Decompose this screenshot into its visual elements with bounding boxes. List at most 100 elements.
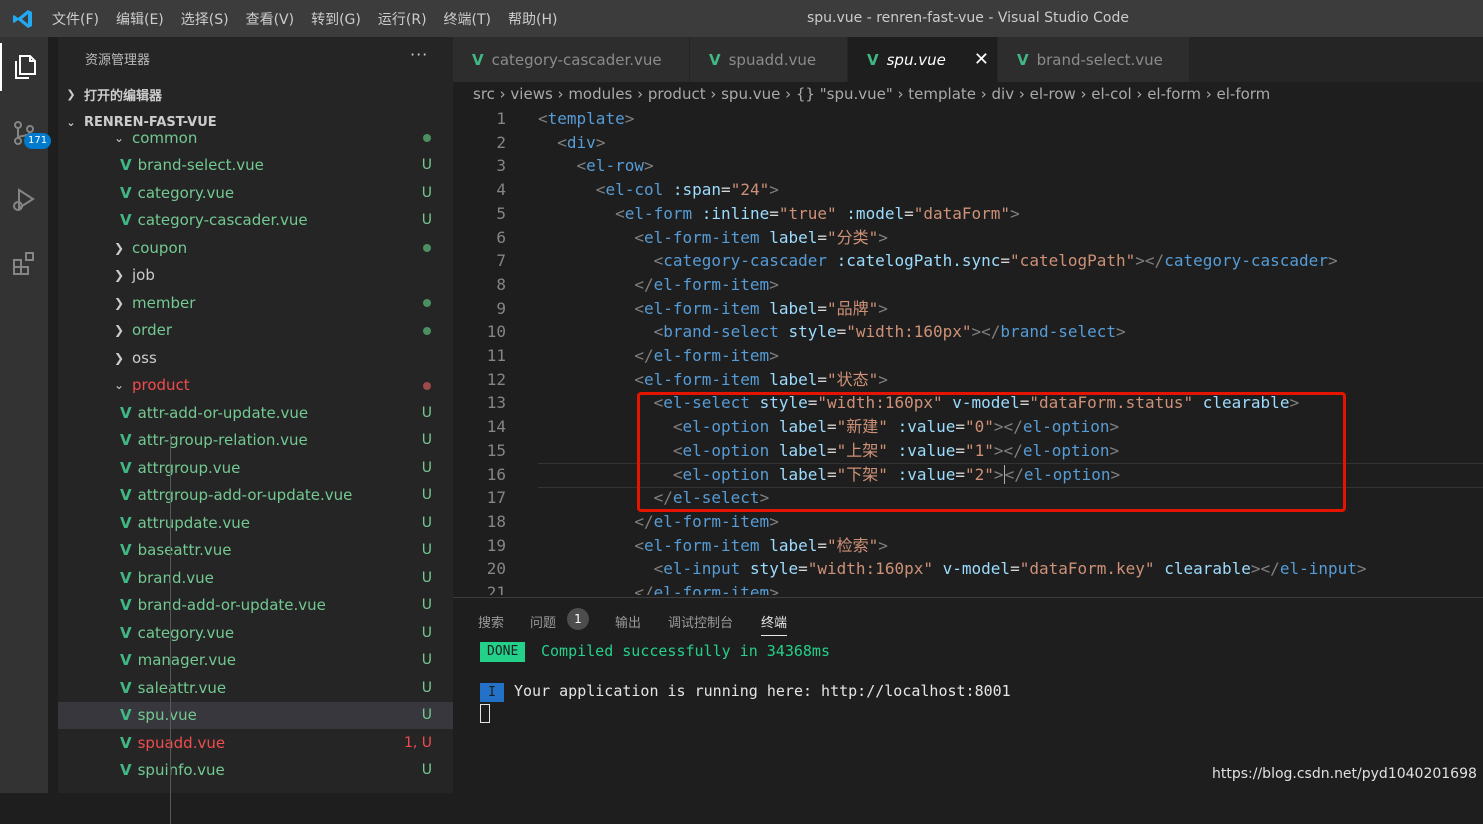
terminal-cursor[interactable]	[480, 704, 490, 723]
code-token: =	[836, 322, 847, 342]
menu-terminal[interactable]: 终端(T)	[444, 9, 491, 29]
line-number: 5	[496, 203, 506, 223]
running-message: Your application is running here: http:/…	[514, 682, 1011, 700]
tree-item[interactable]: Vattrupdate.vue U	[58, 509, 453, 536]
tab-category-cascader[interactable]: Vcategory-cascader.vue	[453, 37, 690, 82]
code-text: <el-form-item label="分类">	[538, 226, 888, 250]
panel-tab-debug-console[interactable]: 调试控制台	[668, 612, 733, 631]
tab-spuadd[interactable]: Vspuadd.vue	[690, 37, 848, 82]
tree-item[interactable]: ⌄ common	[58, 124, 453, 151]
tree-item[interactable]: ❯ job	[58, 262, 453, 289]
menu-go[interactable]: 转到(G)	[311, 9, 361, 29]
window-title: spu.vue - renren-fast-vue - Visual Studi…	[807, 10, 1129, 26]
explorer-icon[interactable]	[0, 43, 48, 91]
vue-file-icon: V	[120, 651, 132, 669]
tab-label: spuadd.vue	[728, 50, 817, 69]
tree-item[interactable]: ❯ member	[58, 289, 453, 316]
tree-item[interactable]: Vattrgroup.vue U	[58, 454, 453, 481]
code-token: "width:160px"	[846, 322, 972, 342]
tree-item-label: common	[132, 128, 198, 147]
tree-item[interactable]: Vbaseattr.vue U	[58, 537, 453, 564]
code-token: el-form-item	[653, 346, 770, 365]
tree-item[interactable]: Vbrand-select.vue U	[58, 152, 453, 179]
code-token: =	[798, 559, 808, 579]
tree-item[interactable]: Vattr-group-relation.vue U	[58, 427, 453, 454]
code-token: >	[878, 535, 888, 555]
menu-run[interactable]: 运行(R)	[378, 9, 427, 29]
menu-edit[interactable]: 编辑(E)	[116, 9, 164, 29]
panel-tab-terminal[interactable]: 终端	[761, 612, 788, 636]
tree-item[interactable]: Vspu.vue U	[58, 701, 453, 729]
line-number: 8	[496, 274, 506, 294]
close-icon[interactable]: ✕	[974, 49, 989, 70]
tree-item[interactable]: Vcategory-cascader.vue U	[58, 207, 453, 234]
code-text: <el-form-item label="检索">	[538, 534, 888, 558]
vue-file-icon: V	[709, 50, 721, 69]
vue-file-icon: V	[120, 678, 132, 697]
code-token: label	[769, 227, 818, 247]
tree-item[interactable]: Vbrand-add-or-update.vue U	[58, 592, 453, 619]
code-token: >	[769, 346, 779, 365]
info-badge: I	[480, 683, 504, 702]
run-debug-icon[interactable]	[0, 175, 48, 223]
tree-item[interactable]: ❯ order	[58, 317, 453, 344]
tab-brand-select[interactable]: Vbrand-select.vue	[998, 37, 1190, 82]
status-dot	[423, 381, 431, 390]
tree-item[interactable]: ❯ oss	[58, 344, 453, 371]
tree-item[interactable]: ❯ coupon	[58, 234, 453, 261]
chevron-right-icon: ❯	[114, 323, 125, 337]
menu-view[interactable]: 查看(V)	[246, 9, 295, 29]
git-status: U	[421, 487, 432, 503]
vue-file-icon: V	[120, 706, 132, 724]
breadcrumb[interactable]: src › views › modules › product › spu.vu…	[453, 82, 1483, 106]
tree-item[interactable]: Vmanager.vue U	[58, 647, 453, 674]
vue-file-icon: V	[472, 50, 484, 69]
menu-file[interactable]: 文件(F)	[52, 9, 99, 29]
code-token: >	[769, 180, 779, 200]
code-token: v-model	[942, 559, 1011, 579]
tree-item-label: category.vue	[137, 623, 235, 642]
menu-selection[interactable]: 选择(S)	[181, 9, 229, 29]
vue-file-icon: V	[120, 541, 132, 559]
open-editors-section[interactable]: ❯ 打开的编辑器	[58, 81, 453, 107]
tree-item[interactable]: ⌄ product	[58, 372, 453, 399]
extensions-icon[interactable]	[0, 239, 48, 287]
tree-item[interactable]: Vspuadd.vue 1, U	[58, 729, 453, 756]
tab-label: spu.vue	[886, 50, 946, 69]
code-token: <	[576, 156, 587, 176]
git-status: U	[421, 762, 432, 778]
panel-tab-search[interactable]: 搜索	[478, 612, 504, 631]
vue-file-icon: V	[120, 156, 132, 174]
code-token: >	[1116, 322, 1126, 342]
tab-spu[interactable]: Vspu.vue ✕	[848, 37, 998, 82]
tree-item[interactable]: Vattr-add-or-update.vue U	[58, 399, 453, 426]
vue-file-icon: V	[120, 596, 132, 614]
panel-tab-problems[interactable]: 问题	[530, 612, 556, 631]
tree-item[interactable]: Vattrgroup-add-or-update.vue U	[58, 482, 453, 509]
code-text: <el-form-item label="状态">	[538, 368, 888, 392]
more-actions-icon[interactable]: ···	[410, 45, 428, 64]
tree-item-label: attr-add-or-update.vue	[137, 403, 309, 422]
code-line: 3 <el-row>	[453, 154, 1483, 178]
code-token: "分类"	[827, 227, 879, 247]
tree-item[interactable]: Vsaleattr.vue U	[58, 674, 453, 701]
code-line: 20 <el-input style="width:160px" v-model…	[453, 557, 1483, 581]
code-editor[interactable]: 1 <template> 2 <div> 3 <el-row> 4 <el-col :s…	[453, 106, 1483, 595]
code-token: ></	[971, 322, 1001, 342]
tree-item[interactable]: Vcategory.vue U	[58, 179, 453, 206]
code-line: 4 <el-col :span="24">	[453, 178, 1483, 202]
panel-tab-output[interactable]: 输出	[615, 612, 641, 631]
code-token: </	[634, 511, 654, 531]
code-token: "dataForm"	[913, 203, 1011, 223]
tree-item[interactable]: Vcategory.vue U	[58, 619, 453, 646]
code-token: "catelogPath"	[1010, 251, 1136, 271]
menu-help[interactable]: 帮助(H)	[508, 9, 557, 29]
tree-item[interactable]: Vspuinfo.vue U	[58, 757, 453, 784]
status-dot	[423, 326, 431, 335]
tree-item[interactable]: Vbrand.vue U	[58, 564, 453, 591]
code-text: <el-form :inline="true" :model="dataForm…	[538, 202, 1020, 226]
